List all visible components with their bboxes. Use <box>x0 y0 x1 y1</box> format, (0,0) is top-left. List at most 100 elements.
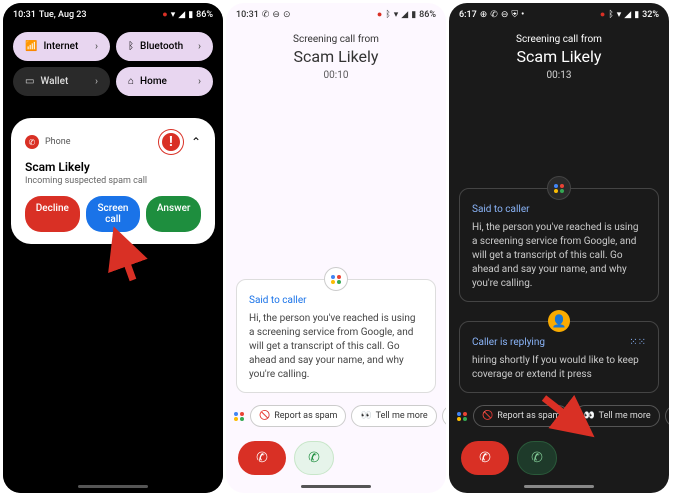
caller-avatar-icon: 👤 <box>548 310 570 332</box>
battery-pct: 32% <box>642 10 659 20</box>
call-actions: ✆ ✆ <box>449 431 669 493</box>
cast-icon: ⊕ <box>480 10 488 20</box>
status-bar: 10:31 ✆ ⊖ ⊙ ● ᛒ ▾ ◢ ▮ 86% <box>226 3 446 24</box>
reply-label: Caller is replying <box>472 336 545 350</box>
hangup-button[interactable]: ✆ <box>238 441 286 475</box>
eyes-icon: 👀 <box>583 411 594 421</box>
bt-icon: ᛒ <box>385 10 390 20</box>
quick-settings: 📶Internet › ᛒBluetooth › ▭Wallet › ⌂Home… <box>3 24 223 110</box>
said-to-caller-card: Said to caller Hi, the person you've rea… <box>459 188 659 302</box>
signal-icon: ◢ <box>624 10 631 20</box>
status-bar: 10:31 Tue, Aug 23 ● ▾ ◢ ▮ 86% <box>3 3 223 24</box>
rec-icon: ● <box>377 9 382 20</box>
chevron-right-icon: › <box>198 41 201 52</box>
battery-icon: ▮ <box>634 10 639 20</box>
call-timer: 00:10 <box>226 70 446 81</box>
card-label: Said to caller <box>249 294 423 308</box>
wifi-icon: ▾ <box>171 10 176 20</box>
tell-me-more-chip[interactable]: 👀Tell me more <box>574 405 659 427</box>
response-chips: 🚫Report as spam 👀Tell me more 💯W <box>226 401 446 431</box>
phone-screen-3: 6:17 ⊕ ✆ ⊖ ⛨ • ● ᛒ ▾ ◢ ▮ 32% Screening c… <box>449 3 669 493</box>
collapse-chevron-icon[interactable]: ⌃ <box>191 135 201 149</box>
card-text: Hi, the person you've reached is using a… <box>472 221 646 291</box>
wallet-icon: ▭ <box>25 76 34 87</box>
clock: 10:31 <box>236 10 259 20</box>
nav-handle[interactable] <box>78 485 148 488</box>
waveform-icon: ⁙⁙ <box>629 336 646 350</box>
dnd-icon: ⊖ <box>272 10 280 20</box>
nav-handle[interactable] <box>524 485 594 488</box>
call-subtitle: Incoming suspected spam call <box>25 176 201 186</box>
answer-button[interactable]: Answer <box>146 196 201 232</box>
qs-home[interactable]: ⌂Home › <box>116 67 213 96</box>
phone-screen-2: 10:31 ✆ ⊖ ⊙ ● ᛒ ▾ ◢ ▮ 86% Screening call… <box>226 3 446 493</box>
caller-name: Scam Likely <box>226 47 446 66</box>
phone-icon: ✆ <box>490 10 498 20</box>
rec-icon: ● <box>162 9 167 20</box>
phone-screen-1: 10:31 Tue, Aug 23 ● ▾ ◢ ▮ 86% 📶Internet … <box>3 3 223 493</box>
more-icon: • <box>521 10 524 20</box>
screening-header: Screening call from Scam Likely 00:13 <box>449 24 669 87</box>
qs-internet[interactable]: 📶Internet › <box>13 32 110 61</box>
eyes-icon: 👀 <box>360 411 371 421</box>
screen-call-button[interactable]: Screen call <box>86 196 141 232</box>
status-bar: 6:17 ⊕ ✆ ⊖ ⛨ • ● ᛒ ▾ ◢ ▮ 32% <box>449 3 669 24</box>
alarm-icon: ⊙ <box>283 10 291 20</box>
call-timer: 00:13 <box>449 70 669 81</box>
signal-icon: ◢ <box>178 10 185 20</box>
qs-bluetooth[interactable]: ᛒBluetooth › <box>116 32 213 61</box>
app-name: Phone <box>45 137 71 147</box>
signal-icon: ◢ <box>401 10 408 20</box>
caller-name: Scam Likely <box>449 47 669 66</box>
screening-header: Screening call from Scam Likely 00:10 <box>226 24 446 87</box>
wifi-icon: ▾ <box>394 10 399 20</box>
screening-label: Screening call from <box>226 34 446 45</box>
card-text: Hi, the person you've reached is using a… <box>249 312 423 382</box>
wifi-icon: 📶 <box>25 41 37 52</box>
no-icon: 🚫 <box>482 411 493 421</box>
call-actions: ✆ ✆ <box>226 431 446 493</box>
phone-icon: ✆ <box>262 10 270 20</box>
no-icon: 🚫 <box>259 411 270 421</box>
home-icon: ⌂ <box>128 76 134 87</box>
date: Tue, Aug 23 <box>39 10 87 20</box>
tell-me-more-chip[interactable]: 👀Tell me more <box>351 405 436 427</box>
qs-wallet[interactable]: ▭Wallet › <box>13 67 110 96</box>
caller-name: Scam Likely <box>25 160 201 174</box>
incoming-call-card: ✆ Phone ! ⌃ Scam Likely Incoming suspect… <box>11 118 215 244</box>
report-spam-chip[interactable]: 🚫Report as spam <box>250 405 346 427</box>
card-label: Said to caller <box>472 203 646 217</box>
response-chips: 🚫Report as spam 👀Tell me more 💯W <box>449 401 669 431</box>
rec-icon: ● <box>600 9 605 20</box>
nav-handle[interactable] <box>301 485 371 488</box>
shield-icon: ⛨ <box>511 10 518 20</box>
bluetooth-icon: ᛒ <box>128 41 134 52</box>
assistant-mini-icon <box>457 408 468 424</box>
hangup-button[interactable]: ✆ <box>461 441 509 475</box>
battery-icon: ▮ <box>188 10 193 20</box>
chip-cutoff[interactable]: 💯W <box>665 405 669 427</box>
chevron-right-icon: › <box>95 76 98 87</box>
answer-button[interactable]: ✆ <box>517 441 557 475</box>
phone-app-icon: ✆ <box>25 135 39 149</box>
chip-cutoff[interactable]: 💯W <box>442 405 446 427</box>
dnd-icon: ⊖ <box>501 10 509 20</box>
report-spam-chip[interactable]: 🚫Report as spam <box>473 405 569 427</box>
notification-shade: ✆ Phone ! ⌃ Scam Likely Incoming suspect… <box>3 110 223 493</box>
assistant-icon <box>324 267 348 291</box>
said-to-caller-card: Said to caller Hi, the person you've rea… <box>236 279 436 393</box>
battery-pct: 86% <box>419 10 436 20</box>
screening-label: Screening call from <box>449 34 669 45</box>
reply-text: hiring shortly If you would like to keep… <box>472 354 646 382</box>
decline-button[interactable]: Decline <box>25 196 80 232</box>
wifi-icon: ▾ <box>617 10 622 20</box>
chevron-right-icon: › <box>198 76 201 87</box>
battery-icon: ▮ <box>411 10 416 20</box>
bt-icon: ᛒ <box>608 10 613 20</box>
assistant-icon <box>547 176 571 200</box>
assistant-mini-icon <box>234 408 245 424</box>
battery-pct: 86% <box>196 10 213 20</box>
clock: 6:17 <box>459 10 477 20</box>
answer-button[interactable]: ✆ <box>294 441 334 475</box>
clock: 10:31 <box>13 10 36 20</box>
